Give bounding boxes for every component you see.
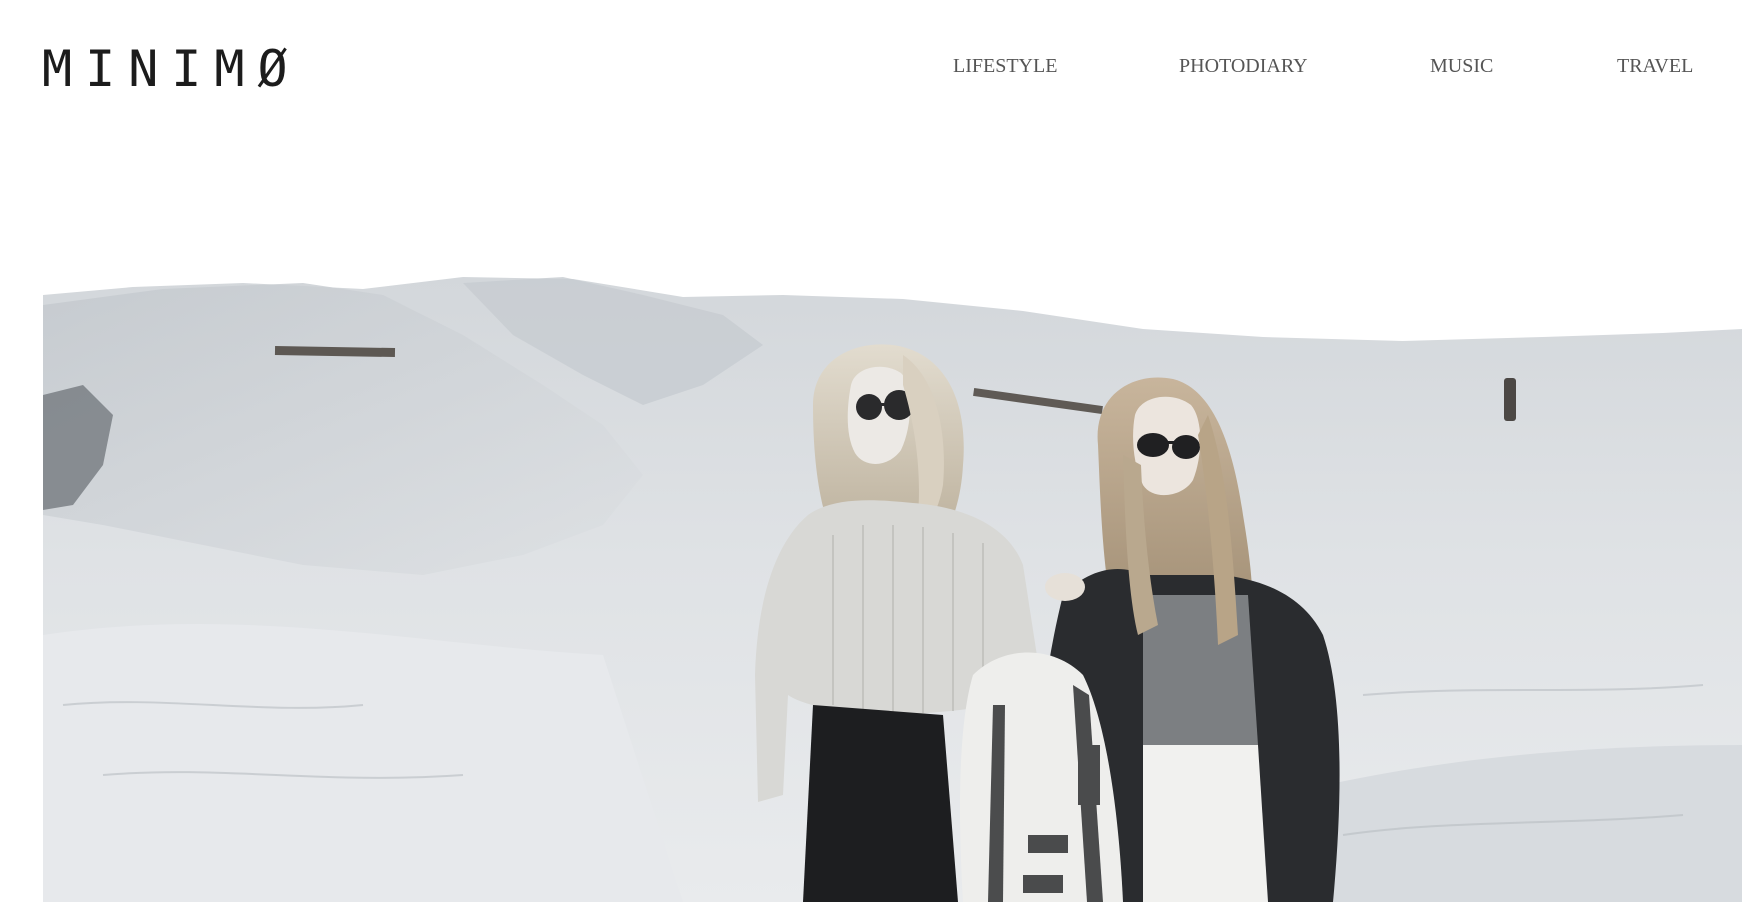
nav-item-travel[interactable]: TRAVEL (1617, 50, 1693, 82)
main-navigation: LIFESTYLE PHOTODIARY MUSIC TRAVEL (0, 50, 1742, 82)
hero-photo[interactable] (43, 275, 1742, 902)
nav-item-photodiary[interactable]: PHOTODIARY (1179, 50, 1308, 82)
sand-foreground-left (43, 624, 683, 902)
nav-item-lifestyle[interactable]: LIFESTYLE (953, 50, 1057, 82)
page: MINIMØ LIFESTYLE PHOTODIARY MUSIC TRAVEL (0, 0, 1742, 902)
hero-photo-illustration (43, 275, 1742, 902)
nav-item-music[interactable]: MUSIC (1430, 50, 1493, 82)
wooden-post-right (1504, 378, 1516, 421)
hand (1045, 573, 1085, 601)
